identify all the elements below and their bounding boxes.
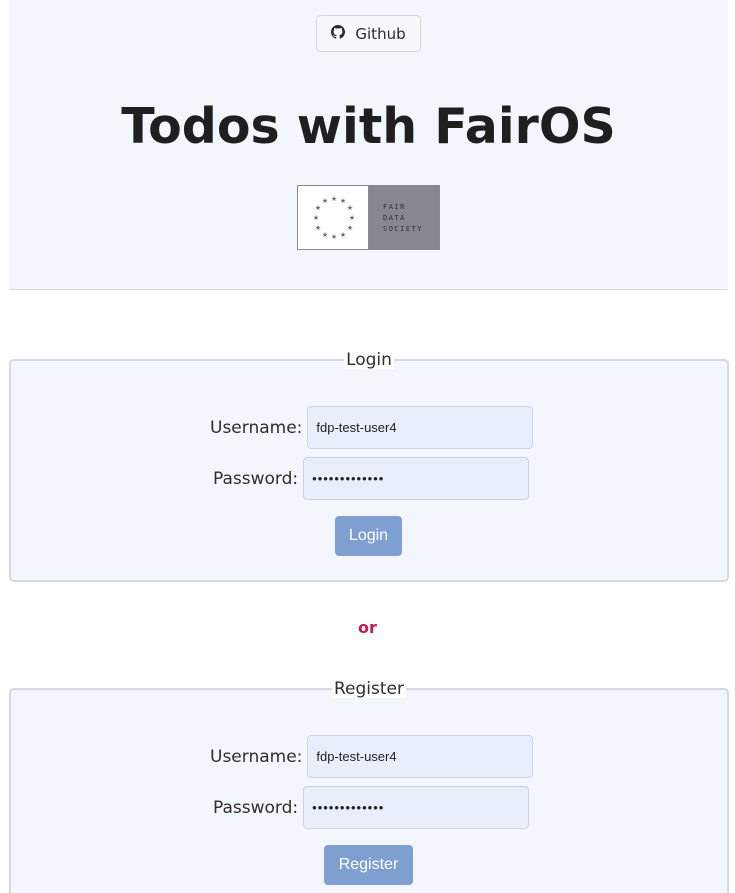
- login-password-label: Password:: [213, 468, 299, 489]
- stars-ring-icon: ★ ★ ★ ★ ★ ★ ★ ★ ★ ★ ★ ★: [298, 186, 369, 249]
- svg-text:★: ★: [349, 214, 355, 222]
- login-username-input[interactable]: [307, 406, 534, 449]
- register-username-row: Username:: [210, 735, 534, 778]
- svg-text:★: ★: [347, 204, 353, 212]
- svg-text:★: ★: [347, 224, 353, 232]
- login-password-input[interactable]: [303, 457, 530, 500]
- svg-text:★: ★: [331, 233, 337, 241]
- register-password-input[interactable]: [303, 786, 530, 829]
- login-form: Login Username: Password: Login: [9, 351, 729, 582]
- logo-line: FAIR: [383, 202, 406, 211]
- svg-text:★: ★: [313, 214, 319, 222]
- svg-text:★: ★: [322, 231, 328, 239]
- register-password-row: Password:: [213, 786, 530, 829]
- login-username-label: Username:: [210, 417, 303, 438]
- login-password-row: Password:: [213, 457, 530, 500]
- register-password-label: Password:: [213, 797, 299, 818]
- github-icon: [331, 24, 346, 43]
- svg-text:★: ★: [340, 231, 346, 239]
- fair-data-society-logo: ★ ★ ★ ★ ★ ★ ★ ★ ★ ★ ★ ★ FAIR DATA SOCIET…: [297, 185, 440, 250]
- or-separator: or: [358, 618, 377, 637]
- svg-text:★: ★: [322, 197, 328, 205]
- logo-line: SOCIETY: [383, 224, 424, 233]
- login-legend: Login: [344, 350, 394, 370]
- github-label: Github: [355, 24, 406, 43]
- register-username-label: Username:: [210, 746, 303, 767]
- svg-text:★: ★: [340, 197, 346, 205]
- svg-text:★: ★: [315, 224, 321, 232]
- register-form: Register Username: Password: Register: [9, 680, 729, 893]
- page-header: Github Todos with FairOS ★ ★ ★ ★ ★ ★ ★ ★…: [9, 0, 728, 290]
- logo-line: DATA: [383, 213, 406, 222]
- register-button[interactable]: Register: [324, 845, 413, 885]
- logo-wordmark: FAIR DATA SOCIETY: [369, 186, 439, 249]
- login-username-row: Username:: [210, 406, 534, 449]
- page-title: Todos with FairOS: [121, 98, 616, 155]
- svg-text:★: ★: [315, 204, 321, 212]
- register-legend: Register: [332, 679, 406, 699]
- register-username-input[interactable]: [307, 735, 534, 778]
- github-button[interactable]: Github: [316, 15, 421, 52]
- svg-text:★: ★: [331, 195, 337, 203]
- login-button[interactable]: Login: [335, 516, 402, 556]
